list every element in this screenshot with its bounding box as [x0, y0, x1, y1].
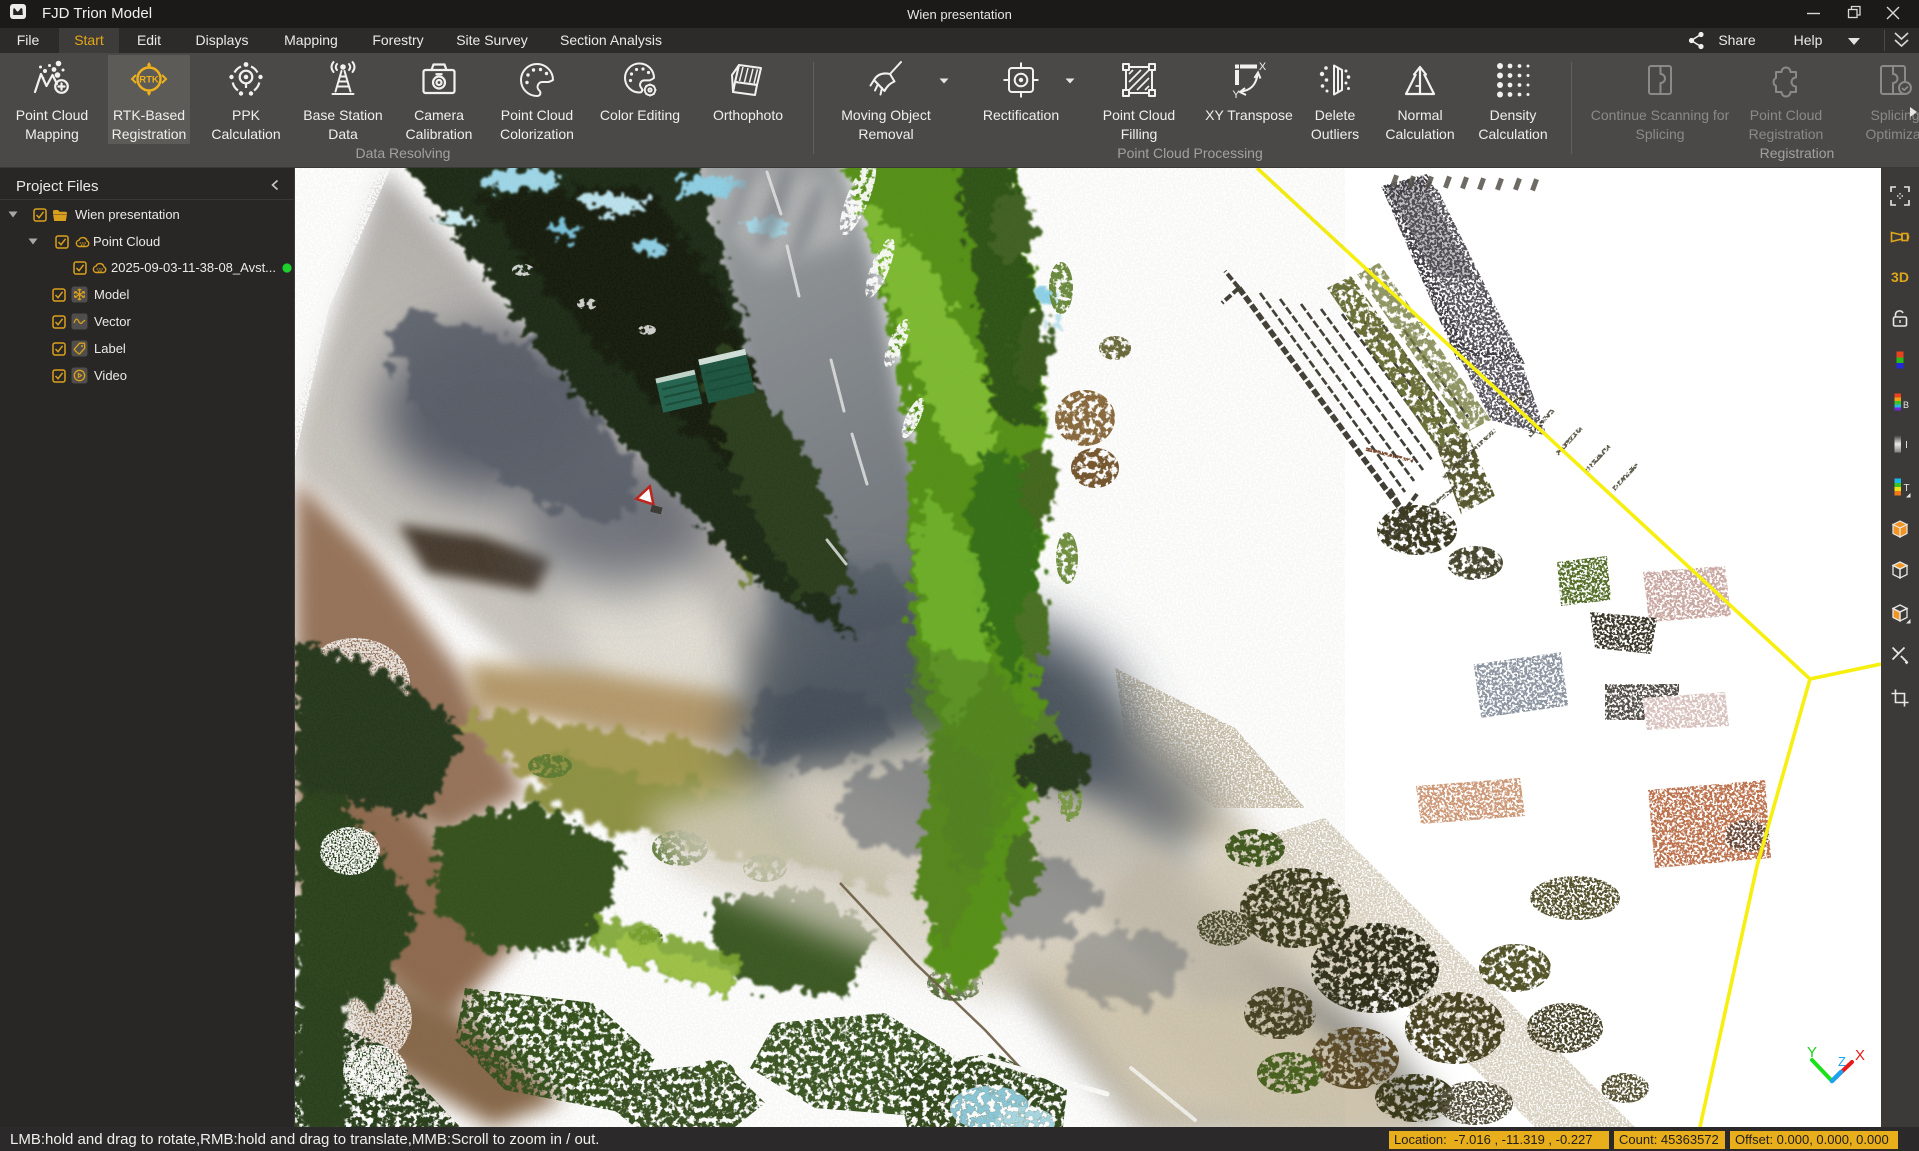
svg-text:X: X: [1855, 1047, 1865, 1064]
svg-text:Y: Y: [1807, 1044, 1817, 1061]
svg-text:B: B: [1903, 400, 1909, 410]
svg-text:RTK: RTK: [139, 75, 159, 86]
svg-text:X: X: [1259, 61, 1267, 73]
svg-text:3D: 3D: [1891, 269, 1909, 285]
svg-text:Z: Z: [1838, 1054, 1846, 1069]
svg-text:Y: Y: [1232, 89, 1240, 101]
svg-text:T: T: [1903, 483, 1909, 494]
svg-text:I: I: [1905, 440, 1908, 451]
